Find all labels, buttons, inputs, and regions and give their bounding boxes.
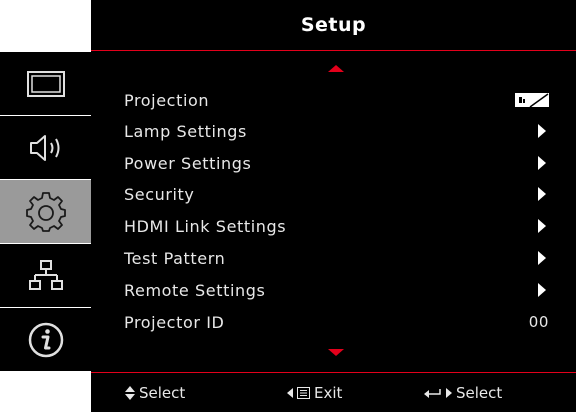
projection-mode-icon xyxy=(515,93,549,107)
chevron-right-icon xyxy=(538,219,546,233)
display-icon xyxy=(26,70,65,97)
menu-item-projection[interactable]: Projection xyxy=(124,87,549,113)
scroll-down-icon[interactable] xyxy=(328,349,344,356)
info-icon xyxy=(28,322,63,357)
updown-arrows-icon xyxy=(125,385,135,400)
menu-item-label: Projector ID xyxy=(124,312,225,332)
menu-item-projector-id[interactable]: Projector ID 00 xyxy=(124,309,549,335)
audio-icon xyxy=(29,134,59,161)
hint-label: Select xyxy=(139,383,186,402)
menu-item-label: Test Pattern xyxy=(124,248,226,268)
menu-item-label: HDMI Link Settings xyxy=(124,216,287,236)
scroll-up-icon[interactable] xyxy=(328,65,344,72)
key-hint-bar: Select Exit Select xyxy=(91,373,576,412)
menu-title: Setup xyxy=(91,0,576,51)
network-icon xyxy=(28,259,63,290)
menu-item-label: Projection xyxy=(124,90,210,110)
chevron-right-icon xyxy=(538,187,546,201)
gear-icon xyxy=(25,191,66,232)
chevron-right-icon xyxy=(538,251,546,265)
menu-item-power-settings[interactable]: Power Settings xyxy=(124,150,549,176)
left-arrow-icon xyxy=(287,387,293,398)
menu-item-remote-settings[interactable]: Remote Settings xyxy=(124,277,549,303)
category-sidebar xyxy=(0,52,91,372)
tab-audio[interactable] xyxy=(0,116,91,179)
projector-id-value: 00 xyxy=(528,313,549,331)
menu-item-test-pattern[interactable]: Test Pattern xyxy=(124,245,549,271)
menu-item-label: Security xyxy=(124,184,195,204)
tab-display[interactable] xyxy=(0,52,91,115)
hint-exit: Exit xyxy=(287,373,342,412)
enter-key-icon xyxy=(424,388,441,398)
chevron-right-icon xyxy=(538,283,546,297)
hint-label: Exit xyxy=(314,383,343,402)
osd-menu: Setup Projection Lamp Settings Power Set… xyxy=(0,0,576,412)
menu-item-security[interactable]: Security xyxy=(124,181,549,207)
hint-enter-select: Select xyxy=(424,373,502,412)
chevron-right-icon xyxy=(538,124,546,138)
chevron-right-icon xyxy=(538,156,546,170)
menu-key-icon xyxy=(297,386,310,399)
tab-info[interactable] xyxy=(0,308,91,371)
menu-item-label: Power Settings xyxy=(124,153,252,173)
hint-select-updown: Select xyxy=(125,373,185,412)
menu-item-lamp-settings[interactable]: Lamp Settings xyxy=(124,118,549,144)
menu-item-label: Remote Settings xyxy=(124,280,266,300)
hint-label: Select xyxy=(456,383,503,402)
menu-item-hdmi-link-settings[interactable]: HDMI Link Settings xyxy=(124,213,549,239)
settings-panel: Projection Lamp Settings Power Settings … xyxy=(91,51,576,373)
tab-setup[interactable] xyxy=(0,180,91,243)
menu-item-label: Lamp Settings xyxy=(124,121,247,141)
right-arrow-icon xyxy=(446,387,452,398)
tab-network[interactable] xyxy=(0,244,91,307)
